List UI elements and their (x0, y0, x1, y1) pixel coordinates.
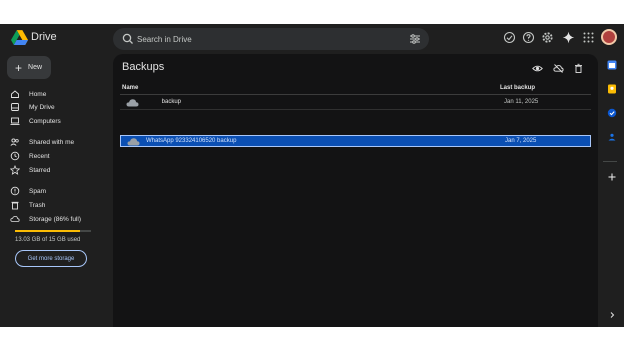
backup-row[interactable]: backup Jan 11, 2025 (120, 97, 591, 109)
backup-date: Jan 11, 2025 (504, 99, 539, 105)
sidebar-item-storage[interactable]: Storage (86% full) (10, 213, 81, 225)
my-drive-icon (11, 103, 19, 111)
calendar-icon[interactable] (607, 60, 617, 70)
storage-usage-fill (15, 230, 81, 232)
column-header-name[interactable]: Name (122, 85, 138, 91)
new-button[interactable]: + New (7, 56, 51, 79)
sidebar-item-label: Home (29, 90, 47, 98)
row-divider (120, 109, 591, 110)
sidebar-item-label: Starred (29, 166, 51, 174)
sidebar-item-label: My Drive (29, 103, 55, 111)
backup-date: Jan 7, 2025 (505, 138, 537, 144)
sidebar-item-my-drive[interactable]: My Drive (10, 101, 55, 113)
help-icon[interactable] (522, 31, 535, 44)
sidebar-item-home[interactable]: Home (10, 88, 46, 100)
brand-name[interactable]: Drive (31, 31, 57, 43)
computers-icon (10, 117, 20, 125)
sidebar-item-label: Spam (29, 187, 46, 195)
backup-name: backup (145, 99, 182, 105)
search-input[interactable] (137, 31, 397, 47)
backup-cloud-icon (126, 99, 139, 107)
sidebar-item-label: Storage (86% full) (29, 215, 82, 223)
home-icon (11, 90, 19, 98)
cloud-icon (10, 215, 20, 222)
storage-usage-text: 13.03 GB of 15 GB used (15, 237, 81, 243)
column-header-last-backup[interactable]: Last backup (500, 85, 535, 91)
account-avatar[interactable] (601, 29, 617, 45)
header-divider (120, 94, 591, 95)
get-more-storage-button[interactable]: Get more storage (15, 250, 87, 267)
star-icon (10, 165, 20, 175)
spam-icon (10, 186, 20, 196)
apps-grid-icon[interactable] (582, 31, 595, 44)
offline-ready-icon[interactable] (503, 31, 516, 44)
view-eye-icon[interactable] (532, 63, 543, 74)
keep-icon[interactable] (607, 84, 617, 94)
sidebar-item-starred[interactable]: Starred (10, 164, 50, 176)
drive-logo-icon[interactable] (11, 30, 28, 45)
storage-usage-bar (15, 230, 91, 232)
sidebar-item-label: Recent (29, 152, 50, 160)
delete-icon[interactable] (573, 63, 584, 74)
backup-cloud-icon (127, 138, 140, 146)
sidebar-item-trash[interactable]: Trash (10, 199, 45, 211)
search-bar[interactable] (113, 28, 429, 50)
drive-app: Drive Search in Drive + New Home My Driv… (0, 24, 624, 327)
new-button-label: New (28, 64, 43, 71)
page-title: Backups (122, 61, 165, 73)
sidebar-item-recent[interactable]: Recent (10, 150, 50, 162)
plus-icon: + (15, 60, 23, 75)
expand-panel-chevron-icon[interactable] (607, 310, 617, 320)
backup-name: WhatsApp 923324106520 backup (146, 138, 237, 144)
shared-icon (10, 138, 19, 146)
side-panel-divider (603, 161, 617, 162)
cloud-off-icon[interactable] (553, 63, 564, 74)
sidebar-item-computers[interactable]: Computers (10, 115, 61, 127)
sidebar-item-label: Computers (29, 117, 61, 125)
settings-gear-icon[interactable] (541, 31, 554, 44)
sidebar-item-label: Trash (29, 201, 46, 209)
clock-icon (10, 151, 20, 161)
main-panel: Backups Name Last backup backup Jan 11, … (113, 54, 598, 327)
gemini-sparkle-icon[interactable] (562, 31, 575, 44)
sidebar-item-label: Shared with me (29, 138, 75, 146)
sidebar-item-spam[interactable]: Spam (10, 185, 46, 197)
add-addon-icon[interactable] (607, 172, 617, 182)
contacts-icon[interactable] (607, 132, 617, 142)
sidebar-item-shared-with-me[interactable]: Shared with me (10, 136, 74, 148)
tasks-icon[interactable] (607, 108, 617, 118)
trash-icon (11, 201, 19, 210)
top-bar: Drive (0, 24, 624, 54)
search-icon[interactable] (121, 32, 135, 46)
backup-row-selected[interactable]: WhatsApp 923324106520 backup Jan 7, 2025 (120, 135, 591, 147)
search-options-icon[interactable] (409, 33, 421, 45)
